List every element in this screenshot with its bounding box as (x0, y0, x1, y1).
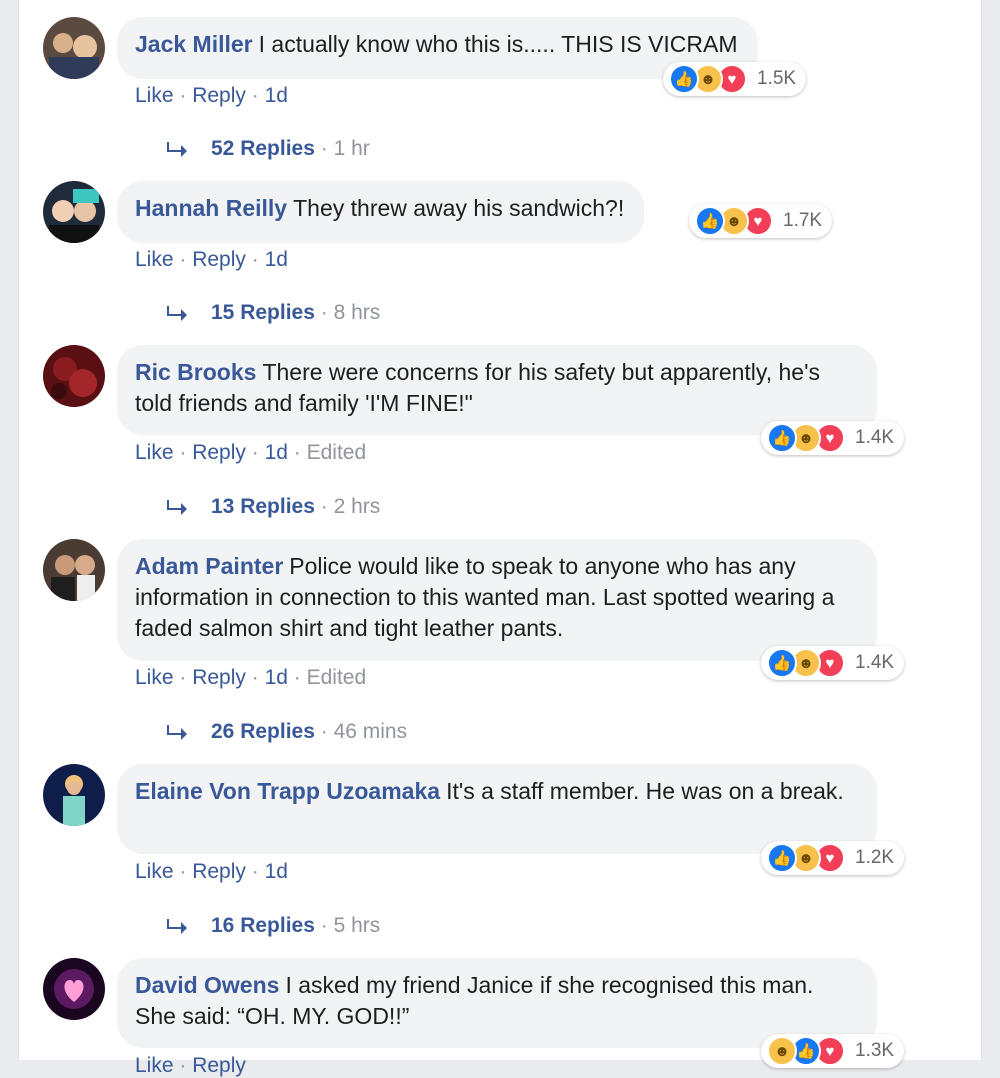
avatar[interactable] (43, 17, 105, 79)
comment-actions: Like · Reply · 1d · Edited (135, 666, 367, 689)
view-replies[interactable]: 15 Replies · 8 hrs (167, 301, 380, 325)
view-replies[interactable]: 16 Replies · 5 hrs (167, 914, 380, 938)
view-replies[interactable]: 26 Replies · 46 mins (167, 720, 407, 744)
reply-link[interactable]: Reply (192, 666, 246, 689)
comment-actions: Like · Reply · 1d · Edited (135, 441, 367, 464)
comment-author[interactable]: Elaine Von Trapp Uzoamaka (135, 778, 440, 804)
comment-time[interactable]: 1d (265, 248, 288, 271)
avatar[interactable] (43, 958, 105, 1020)
replies-age: 1 hr (333, 137, 370, 160)
reply-link[interactable]: Reply (192, 248, 246, 271)
edited-label[interactable]: Edited (307, 666, 367, 689)
like-icon: 👍 (767, 648, 797, 678)
comment-author[interactable]: Jack Miller (135, 31, 253, 57)
reaction-summary[interactable]: 👍 ☻ ♥ 1.2K (761, 841, 905, 875)
replies-age: 5 hrs (333, 914, 381, 937)
view-replies[interactable]: 13 Replies · 2 hrs (167, 495, 380, 519)
like-icon: 👍 (767, 423, 797, 453)
like-link[interactable]: Like (135, 1054, 174, 1077)
comment-bubble: Adam Painter Police would like to speak t… (117, 539, 877, 661)
comment-time[interactable]: 1d (265, 441, 288, 464)
reaction-count: 1.2K (855, 847, 895, 868)
comment-actions: Like · Reply (135, 1054, 246, 1077)
comment-bubble: David Owens I asked my friend Janice if s… (117, 958, 877, 1048)
like-icon: 👍 (695, 206, 725, 236)
comment-author[interactable]: Hannah Reilly (135, 195, 287, 221)
avatar[interactable] (43, 764, 105, 826)
comment-bubble: Elaine Von Trapp Uzoamaka It's a staff me… (117, 764, 877, 854)
reaction-summary[interactable]: 👍 ☻ ♥ 1.4K (761, 646, 905, 680)
comment-author[interactable]: David Owens (135, 972, 279, 998)
like-link[interactable]: Like (135, 666, 174, 689)
replies-age: 8 hrs (333, 301, 381, 324)
reaction-summary[interactable]: 👍 ☻ ♥ 1.4K (761, 421, 905, 455)
like-icon: 👍 (767, 843, 797, 873)
comment-actions: Like · Reply · 1d (135, 84, 288, 107)
reaction-count: 1.7K (783, 210, 823, 231)
replies-count[interactable]: 13 Replies (211, 495, 315, 519)
comment-time[interactable]: 1d (265, 666, 288, 689)
replies-count[interactable]: 15 Replies (211, 301, 315, 325)
reaction-count: 1.4K (855, 652, 895, 673)
comment-text: I actually know who this is..... THIS IS… (258, 31, 738, 57)
comment-actions: Like · Reply · 1d (135, 860, 288, 883)
comment-text: They threw away his sandwich?! (293, 195, 625, 221)
comment-bubble: Ric Brooks There were concerns for his sa… (117, 345, 877, 435)
comment-bubble: Hannah Reilly They threw away his sandwic… (117, 181, 645, 243)
like-link[interactable]: Like (135, 441, 174, 464)
reaction-summary[interactable]: ☻ 👍 ♥ 1.3K (761, 1034, 905, 1068)
avatar[interactable] (43, 181, 105, 243)
like-link[interactable]: Like (135, 84, 174, 107)
reply-arrow-icon (167, 725, 187, 740)
replies-age: 2 hrs (333, 495, 381, 518)
avatar[interactable] (43, 345, 105, 407)
reaction-count: 1.4K (855, 427, 895, 448)
replies-count[interactable]: 26 Replies (211, 720, 315, 744)
edited-label[interactable]: Edited (307, 441, 367, 464)
like-link[interactable]: Like (135, 248, 174, 271)
reaction-count: 1.3K (855, 1040, 895, 1061)
comment-time[interactable]: 1d (265, 860, 288, 883)
replies-age: 46 mins (333, 720, 408, 743)
comment-text: It's a staff member. He was on a break. (446, 778, 844, 804)
comment-bubble: Jack Miller I actually know who this is..… (117, 17, 758, 79)
haha-icon: ☻ (767, 1036, 797, 1066)
replies-count[interactable]: 16 Replies (211, 914, 315, 938)
reaction-count: 1.5K (757, 68, 797, 89)
comment-author[interactable]: Adam Painter (135, 553, 283, 579)
comment-actions: Like · Reply · 1d (135, 248, 288, 271)
avatar[interactable] (43, 539, 105, 601)
reply-link[interactable]: Reply (192, 1054, 246, 1077)
comment-time[interactable]: 1d (265, 84, 288, 107)
reply-arrow-icon (167, 919, 187, 934)
like-icon: 👍 (669, 64, 699, 94)
reaction-summary[interactable]: 👍 ☻ ♥ 1.5K (663, 62, 807, 96)
reply-arrow-icon (167, 306, 187, 321)
reply-link[interactable]: Reply (192, 860, 246, 883)
reply-arrow-icon (167, 500, 187, 515)
reaction-summary[interactable]: 👍 ☻ ♥ 1.7K (689, 204, 833, 238)
replies-count[interactable]: 52 Replies (211, 137, 315, 161)
reply-arrow-icon (167, 142, 187, 157)
comment-author[interactable]: Ric Brooks (135, 359, 256, 385)
comments-panel: Jack Miller I actually know who this is..… (18, 0, 982, 1077)
view-replies[interactable]: 52 Replies · 1 hr (167, 137, 370, 161)
reply-link[interactable]: Reply (192, 84, 246, 107)
reply-link[interactable]: Reply (192, 441, 246, 464)
like-link[interactable]: Like (135, 860, 174, 883)
